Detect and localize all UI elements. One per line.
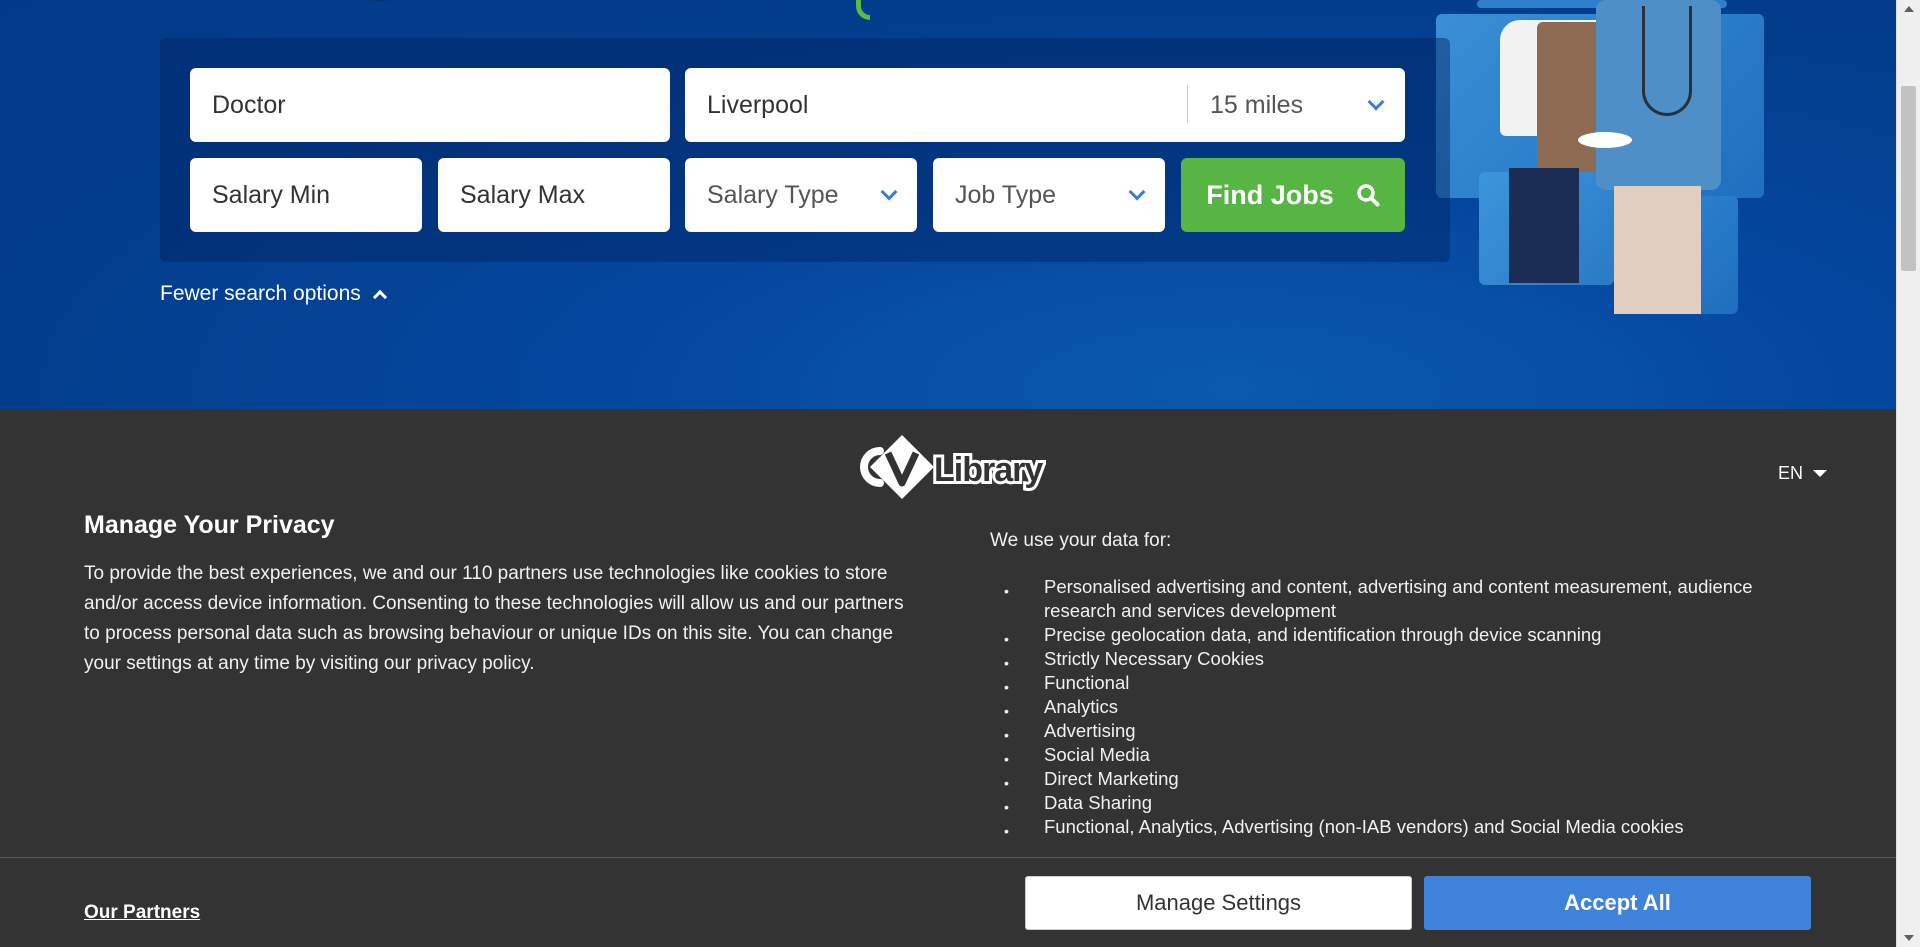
cv-library-logo: Library	[860, 435, 1046, 499]
search-icon	[1357, 184, 1380, 207]
hero-person-image	[1578, 132, 1632, 148]
list-item: Direct Marketing	[1000, 767, 1800, 795]
hero-person-image	[1614, 186, 1701, 314]
hero-person-image	[1642, 6, 1692, 116]
chevron-down-icon	[1128, 183, 1146, 201]
privacy-banner: Library EN Manage Your Privacy To provid…	[0, 409, 1896, 947]
salary-max-input[interactable]: Salary Max	[438, 158, 670, 232]
our-partners-link[interactable]: Our Partners	[84, 902, 200, 924]
accept-all-button[interactable]: Accept All	[1424, 876, 1811, 930]
scroll-down-arrow-icon[interactable]	[1904, 935, 1914, 941]
scroll-up-arrow-icon[interactable]	[1904, 6, 1914, 12]
keywords-input[interactable]: Doctor	[190, 68, 670, 142]
decorative-shape	[372, 0, 388, 2]
list-item: Social Media	[1000, 743, 1800, 771]
list-item: Precise geolocation data, and identifica…	[1000, 623, 1800, 651]
list-item: Strictly Necessary Cookies	[1000, 647, 1800, 675]
find-jobs-button[interactable]: Find Jobs	[1181, 158, 1405, 232]
privacy-footer: Our Partners Manage Settings Accept All	[0, 857, 1896, 947]
manage-settings-button[interactable]: Manage Settings	[1025, 876, 1412, 930]
salary-max-placeholder: Salary Max	[460, 180, 586, 209]
salary-min-placeholder: Salary Min	[212, 180, 331, 209]
list-item: Functional, Analytics, Advertising (non-…	[1000, 815, 1800, 843]
hero-section: Doctor Liverpool 15 miles Salary Min Sal…	[0, 0, 1896, 409]
salary-min-input[interactable]: Salary Min	[190, 158, 422, 232]
chevron-up-icon	[372, 289, 387, 305]
location-value: Liverpool	[707, 90, 809, 119]
language-value: EN	[1778, 463, 1804, 483]
list-item: Functional	[1000, 671, 1800, 699]
decorative-curve	[856, 0, 870, 20]
list-item: Analytics	[1000, 695, 1800, 723]
distance-select[interactable]: 15 miles	[1190, 70, 1400, 140]
chevron-down-icon	[1367, 93, 1385, 111]
privacy-title: Manage Your Privacy	[84, 511, 335, 539]
field-divider	[1187, 85, 1188, 123]
hero-person-image	[1509, 168, 1579, 283]
list-item: Advertising	[1000, 719, 1800, 747]
data-uses-title: We use your data for:	[990, 530, 1172, 551]
job-type-select[interactable]: Job Type	[933, 158, 1165, 232]
language-selector[interactable]: EN	[1778, 463, 1828, 484]
salary-type-select[interactable]: Salary Type	[685, 158, 917, 232]
list-item: Personalised advertising and content, ad…	[1000, 575, 1800, 623]
fewer-search-options-toggle[interactable]: Fewer search options	[160, 282, 387, 306]
page-scrollbar[interactable]	[1896, 0, 1920, 947]
job-type-value: Job Type	[955, 180, 1057, 209]
salary-type-value: Salary Type	[707, 180, 839, 209]
privacy-description: To provide the best experiences, we and …	[84, 563, 904, 674]
fewer-search-options-label: Fewer search options	[160, 282, 361, 305]
caret-down-icon	[1813, 470, 1828, 477]
chevron-down-icon	[880, 183, 898, 201]
distance-value: 15 miles	[1210, 90, 1304, 119]
svg-text:Library: Library	[934, 451, 1043, 489]
scrollbar-thumb[interactable]	[1901, 86, 1916, 271]
data-uses-list: Personalised advertising and content, ad…	[1000, 575, 1800, 843]
keywords-value: Doctor	[212, 90, 286, 119]
find-jobs-label: Find Jobs	[1206, 179, 1334, 210]
list-item: Data Sharing	[1000, 791, 1800, 819]
